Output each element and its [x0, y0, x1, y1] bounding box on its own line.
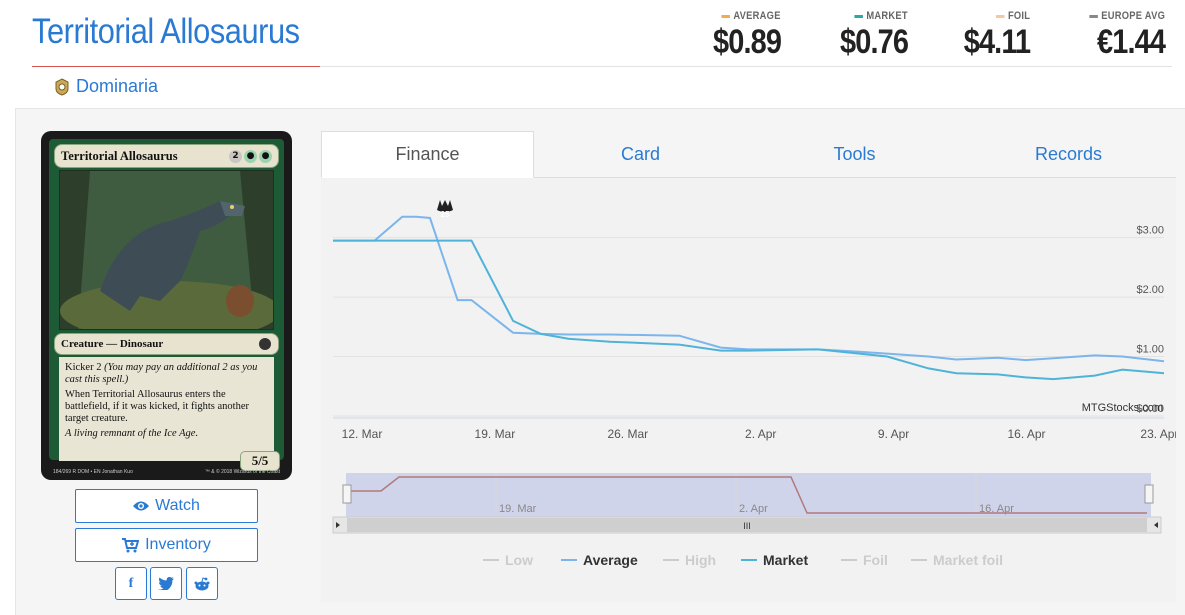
legend-label: Market foil	[933, 552, 1003, 568]
average-swatch	[721, 14, 731, 18]
reddit-share-button[interactable]: r	[186, 567, 218, 600]
price-market: MARKET $0.76	[839, 10, 909, 61]
title-underline	[32, 66, 320, 67]
tab-tools[interactable]: Tools	[748, 131, 961, 178]
y-tick-label: $3.00	[1136, 225, 1164, 237]
page-title: Territorial Allosaurus	[32, 12, 300, 51]
power-toughness: 5/5	[240, 451, 280, 471]
y-tick-label: $1.00	[1136, 344, 1164, 356]
card-name: Territorial Allosaurus	[61, 148, 178, 163]
legend-label: Average	[583, 552, 638, 568]
twitter-bird-icon	[158, 577, 174, 590]
price-chart-svg: $3.00$2.00$1.00$0.00 12. Mar 19. Mar 26. M…	[321, 178, 1178, 602]
x-tick-label: 9. Apr	[878, 427, 909, 441]
y-tick-label: $2.00	[1136, 284, 1164, 296]
facebook-share-button[interactable]: f	[115, 567, 147, 600]
twitter-share-button[interactable]: t	[150, 567, 182, 600]
europe-swatch	[1089, 14, 1098, 18]
svg-text:25: 25	[441, 210, 450, 219]
watch-button[interactable]: Watch	[75, 489, 258, 523]
inventory-label: Inventory	[145, 536, 211, 553]
navigator-tick-label: 2. Apr	[739, 503, 768, 515]
card-rules-text: Kicker 2 (You may pay an additional 2 as…	[59, 357, 274, 461]
legend-label: Low	[505, 552, 533, 568]
card-art	[59, 170, 274, 330]
market-swatch	[854, 14, 864, 18]
facebook-icon: f	[128, 575, 134, 591]
navigator-right-handle[interactable]	[1144, 484, 1154, 504]
inventory-button[interactable]: Inventory	[75, 528, 258, 562]
eye-icon	[133, 501, 150, 511]
watch-label: Watch	[155, 497, 200, 514]
x-tick-label: 16. Apr	[1008, 427, 1046, 441]
legend-label: High	[685, 552, 716, 568]
x-tick-label: 23. Apr	[1140, 427, 1176, 441]
set-name: Dominaria	[76, 76, 159, 96]
chart-credit: MTGStocks.com	[1082, 402, 1163, 414]
x-tick-label: 12. Mar	[342, 427, 383, 441]
navigator-tick-label: 19. Mar	[499, 503, 537, 515]
price-europe-avg: EUROPE AVG €1.44	[1076, 10, 1166, 62]
type-line: Creature — Dinosaur	[61, 338, 164, 350]
chart-navigator[interactable]: 19. Mar 2. Apr 16. Apr III	[332, 473, 1162, 534]
scrollbar-grip: III	[743, 521, 751, 531]
tab-records[interactable]: Records	[962, 131, 1175, 178]
x-tick-label: 19. Mar	[475, 427, 516, 441]
navigator-left-handle[interactable]	[342, 484, 352, 504]
x-tick-label: 26. Mar	[607, 427, 648, 441]
x-tick-label: 2. Apr	[745, 427, 776, 441]
tab-bar: Finance Card Tools Records	[321, 131, 1176, 178]
set-link[interactable]: Dominaria	[54, 76, 158, 97]
page-header: Territorial Allosaurus Dominaria AVERAGE…	[0, 0, 1185, 108]
set-symbol-icon	[259, 338, 271, 350]
price-average: AVERAGE $0.89	[712, 10, 782, 61]
cart-plus-icon	[122, 537, 140, 552]
mana-cost: 2 ● ●	[229, 149, 272, 163]
legend-label: Foil	[863, 552, 888, 568]
tab-card[interactable]: Card	[534, 131, 747, 178]
foil-swatch	[995, 14, 1005, 18]
reddit-alien-icon	[194, 576, 210, 590]
header-divider	[320, 66, 1172, 67]
price-chart: $3.00 $2.00 $1.00 $0.00 12. Mar 19. Mar 26. M…	[321, 178, 1178, 602]
legend-label: Market	[763, 552, 808, 568]
dominaria-set-icon	[55, 77, 69, 96]
price-foil: FOIL $4.11	[963, 10, 1031, 61]
tab-finance[interactable]: Finance	[321, 131, 534, 178]
card-image: Territorial Allosaurus 2 ● ● Creature — …	[41, 131, 292, 480]
